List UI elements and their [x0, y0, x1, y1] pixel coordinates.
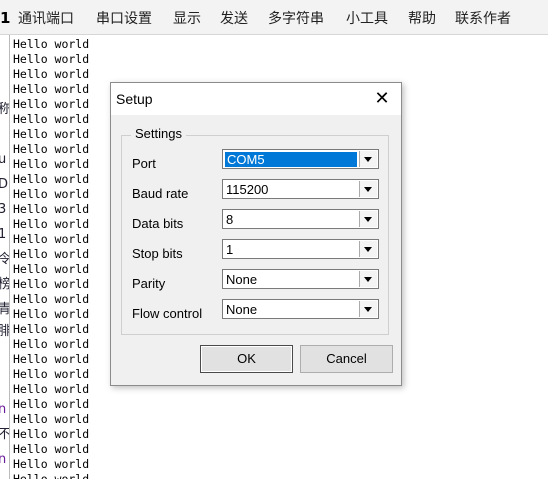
- menu-edge-char: 1: [0, 9, 11, 27]
- terminal-line: Hello world: [13, 202, 90, 216]
- strip-char: u: [0, 152, 7, 167]
- chevron-down-icon[interactable]: [359, 271, 377, 287]
- data-bits-value: 8: [226, 212, 234, 227]
- terminal-line: Hello world: [13, 307, 90, 321]
- strip-char: 称: [0, 102, 9, 117]
- terminal-line: Hello world: [13, 187, 90, 201]
- stop-bits-select[interactable]: 1: [222, 239, 379, 259]
- port-value: COM5: [225, 152, 357, 167]
- baud-rate-label: Baud rate: [132, 186, 189, 201]
- strip-char: 不: [0, 427, 9, 442]
- menu-comm-port[interactable]: 通讯端口: [18, 10, 74, 28]
- menu-multi-string[interactable]: 多字符串: [268, 10, 324, 28]
- baud-rate-select[interactable]: 115200: [222, 179, 379, 199]
- menu-tools[interactable]: 小工具: [346, 10, 388, 28]
- strip-char: n: [0, 402, 7, 417]
- dialog-titlebar[interactable]: Setup ✕: [111, 83, 401, 115]
- terminal-line: Hello world: [13, 262, 90, 276]
- menu-display[interactable]: 显示: [173, 10, 201, 28]
- terminal-line: Hello world: [13, 367, 90, 381]
- flow-control-label: Flow control: [132, 306, 203, 321]
- stop-bits-label: Stop bits: [132, 246, 183, 261]
- terminal-line: Hello world: [13, 112, 90, 126]
- chevron-down-icon[interactable]: [359, 301, 377, 317]
- terminal-line: Hello world: [13, 412, 90, 426]
- stop-bits-value: 1: [226, 242, 234, 257]
- data-bits-label: Data bits: [132, 216, 184, 231]
- strip-char: 青: [0, 302, 9, 317]
- flow-control-select[interactable]: None: [222, 299, 379, 319]
- background-window-strip: 称 u D 3 1 令 榜 青 腓 n 不 n: [0, 35, 9, 479]
- terminal-line: Hello world: [13, 292, 90, 306]
- ok-button[interactable]: OK: [200, 345, 293, 373]
- chevron-down-icon[interactable]: [359, 151, 377, 167]
- chevron-down-icon[interactable]: [359, 211, 377, 227]
- setup-dialog: Setup ✕ Settings Port COM5 Baud rate 115…: [110, 82, 402, 386]
- terminal-line: Hello world: [13, 52, 90, 66]
- terminal-line: Hello world: [13, 442, 90, 456]
- menu-serial-settings[interactable]: 串口设置: [96, 10, 152, 28]
- chevron-down-icon[interactable]: [359, 181, 377, 197]
- menu-send[interactable]: 发送: [220, 10, 248, 28]
- terminal-line: Hello world: [13, 97, 90, 111]
- terminal-line: Hello world: [13, 397, 90, 411]
- terminal-line: Hello world: [13, 322, 90, 336]
- terminal-line: Hello world: [13, 142, 90, 156]
- strip-char: n: [0, 452, 7, 467]
- strip-char: 1: [0, 227, 7, 242]
- terminal-line: Hello world: [13, 472, 90, 479]
- strip-char: 3: [0, 202, 7, 217]
- menu-contact-author[interactable]: 联系作者: [455, 10, 511, 28]
- flow-control-value: None: [226, 302, 258, 317]
- terminal-line: Hello world: [13, 172, 90, 186]
- parity-label: Parity: [132, 276, 166, 291]
- terminal-line: Hello world: [13, 82, 90, 96]
- terminal-line: Hello world: [13, 127, 90, 141]
- dialog-title: Setup: [116, 91, 153, 107]
- data-bits-select[interactable]: 8: [222, 209, 379, 229]
- strip-char: 令: [0, 252, 9, 267]
- terminal-line: Hello world: [13, 37, 90, 51]
- terminal-line: Hello world: [13, 217, 90, 231]
- chevron-down-icon[interactable]: [359, 241, 377, 257]
- baud-rate-value: 115200: [226, 182, 269, 197]
- port-select[interactable]: COM5: [222, 149, 379, 169]
- cancel-button[interactable]: Cancel: [300, 345, 393, 373]
- port-label: Port: [132, 156, 156, 171]
- terminal-line: Hello world: [13, 67, 90, 81]
- parity-select[interactable]: None: [222, 269, 379, 289]
- terminal-line: Hello world: [13, 277, 90, 291]
- terminal-line: Hello world: [13, 232, 90, 246]
- menu-bar: 1 通讯端口 串口设置 显示 发送 多字符串 小工具 帮助 联系作者: [0, 0, 548, 35]
- settings-group-label: Settings: [131, 126, 186, 141]
- close-icon[interactable]: ✕: [369, 87, 395, 111]
- strip-char: 榜: [0, 277, 9, 292]
- terminal-line: Hello world: [13, 427, 90, 441]
- menu-help[interactable]: 帮助: [408, 10, 436, 28]
- terminal-line: Hello world: [13, 382, 90, 396]
- terminal-line: Hello world: [13, 457, 90, 471]
- terminal-line: Hello world: [13, 337, 90, 351]
- strip-char: D: [0, 177, 9, 192]
- terminal-line: Hello world: [13, 157, 90, 171]
- terminal-line: Hello world: [13, 352, 90, 366]
- strip-char: 腓: [0, 324, 9, 339]
- terminal-line: Hello world: [13, 247, 90, 261]
- parity-value: None: [226, 272, 258, 287]
